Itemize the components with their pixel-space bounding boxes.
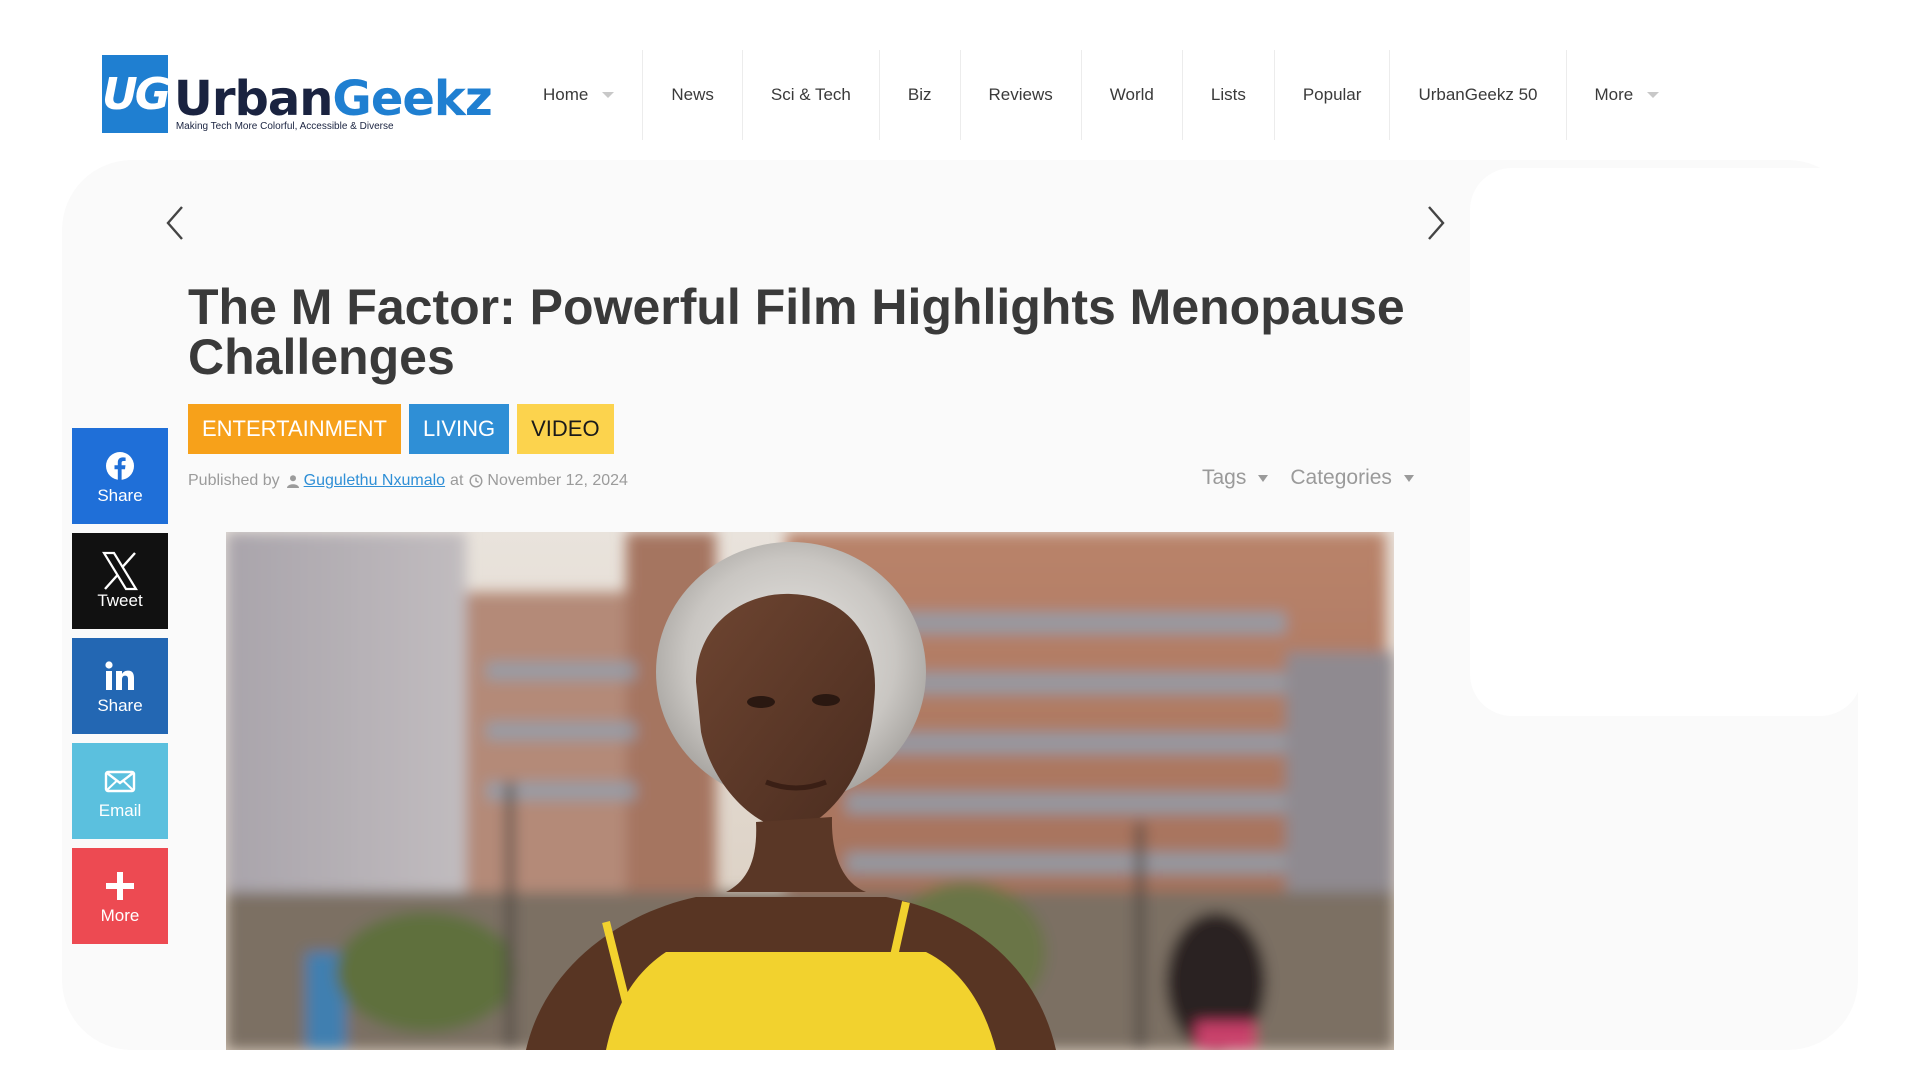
nav-item-label: World (1109, 85, 1154, 104)
nav-item-lists[interactable]: Lists (1183, 50, 1275, 140)
caret-down-icon (1403, 474, 1414, 482)
share-button-label: More (100, 906, 140, 925)
share-bar: Share Tweet Share Email More (72, 428, 168, 944)
next-article-button[interactable] (1421, 203, 1451, 243)
nav-item-biz[interactable]: Biz (880, 50, 961, 140)
nav-item-label: Lists (1210, 85, 1246, 104)
nav-item-label: News (671, 85, 714, 104)
category-tag-video[interactable]: VIDEO (517, 404, 614, 454)
tags-dropdown[interactable]: Tags (1202, 466, 1269, 490)
x-tweet-button[interactable]: Tweet (72, 533, 168, 629)
nav-item-label: Biz (907, 85, 932, 104)
published-by-label: Published by (188, 472, 280, 489)
nav-item-label: More (1594, 85, 1634, 104)
share-button-label: Tweet (97, 591, 143, 610)
share-button-label: Share (97, 696, 143, 715)
main-nav: Home News Sci & Tech Biz Reviews World L… (515, 50, 1687, 140)
logo-badge: UG (102, 55, 171, 133)
nav-item-label: Reviews (988, 85, 1053, 104)
article-title: The M Factor: Powerful Film Highlights M… (188, 279, 1405, 385)
nav-item-world[interactable]: World (1082, 50, 1183, 140)
email-share-button[interactable]: Email (72, 743, 168, 839)
facebook-icon (106, 452, 134, 480)
site-logo[interactable]: UG UrbanGeekz Making Tech More Colorful,… (102, 55, 493, 135)
email-icon (104, 770, 136, 793)
share-button-label: Share (97, 486, 143, 505)
site-header: UG UrbanGeekz Making Tech More Colorful,… (0, 0, 1920, 150)
category-tag-living[interactable]: LIVING (408, 404, 510, 454)
more-share-button[interactable]: More (72, 848, 168, 944)
nav-item-more[interactable]: More (1567, 50, 1688, 140)
linkedin-share-button[interactable]: Share (72, 638, 168, 734)
publish-date: November 12, 2024 (487, 472, 628, 489)
nav-item-home[interactable]: Home (515, 50, 644, 140)
nav-item-label: UrbanGeekz 50 (1418, 85, 1538, 104)
category-tag-entertainment[interactable]: ENTERTAINMENT (188, 404, 401, 454)
chevron-left-icon (166, 206, 183, 240)
nav-item-label: Sci & Tech (770, 85, 851, 104)
chevron-down-icon (602, 92, 615, 98)
nav-item-reviews[interactable]: Reviews (961, 50, 1082, 140)
categories-dropdown-label: Categories (1290, 466, 1392, 489)
logo-word-geekz: Geekz (332, 71, 492, 127)
nav-item-label: Home (543, 85, 589, 104)
sidebar-ad-box (1470, 168, 1862, 716)
tags-dropdown-label: Tags (1202, 466, 1247, 489)
plus-icon (106, 872, 134, 900)
linkedin-icon (105, 661, 134, 690)
chevron-right-icon (1428, 206, 1445, 240)
nav-item-urbangeekz-50[interactable]: UrbanGeekz 50 (1390, 50, 1567, 140)
x-icon (102, 551, 138, 591)
caret-down-icon (1258, 474, 1269, 482)
logo-tagline: Making Tech More Colorful, Accessible & … (175, 121, 394, 132)
share-button-label: Email (98, 801, 142, 820)
article-dropdowns: Tags Categories (1202, 466, 1414, 490)
logo-text: UrbanGeekz Making Tech More Colorful, Ac… (173, 55, 493, 132)
author-link[interactable]: Gugulethu Nxumalo (304, 472, 445, 490)
clock-icon (469, 474, 483, 488)
chevron-down-icon (1647, 92, 1660, 98)
previous-article-button[interactable] (160, 203, 190, 243)
hero-photo-illustration (226, 532, 1394, 1050)
nav-item-popular[interactable]: Popular (1275, 50, 1391, 140)
article-hero-image (226, 532, 1394, 1050)
nav-item-sci-tech[interactable]: Sci & Tech (743, 50, 880, 140)
nav-item-label: Popular (1302, 85, 1362, 104)
categories-dropdown[interactable]: Categories (1290, 466, 1414, 490)
category-tags: ENTERTAINMENT LIVING VIDEO (188, 404, 614, 454)
logo-wordmark: UrbanGeekz (173, 71, 493, 127)
user-icon (286, 474, 300, 488)
article-meta: Published by Gugulethu Nxumalo at Novemb… (188, 470, 628, 492)
logo-word-urban: Urban (173, 71, 334, 127)
at-label: at (450, 472, 464, 489)
facebook-share-button[interactable]: Share (72, 428, 168, 524)
nav-item-news[interactable]: News (643, 50, 743, 140)
